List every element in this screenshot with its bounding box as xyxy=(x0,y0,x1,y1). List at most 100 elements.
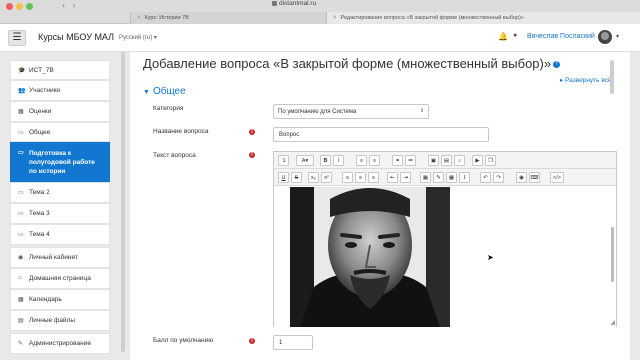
required-icon: ! xyxy=(249,152,255,158)
sidebar-item-administration[interactable]: ✎ Администрирование xyxy=(10,333,110,354)
chevron-down-icon: ▼ xyxy=(143,89,150,96)
editor-toolbar-row-1: ↴ A▾ B I ≡ ≡ ⚭ ⚮ ▣ ▤ ♪ ▶ ❐ xyxy=(274,152,616,169)
audio-button[interactable]: ♪ xyxy=(454,155,465,166)
editor-toolbar-row-2: U S x₂ x² ≡ ≡ ≡ ⇤ ⇥ ▦ ✎ ▦ Ⅰ ↶ ↷ ◉ ⌨ </> xyxy=(274,169,616,186)
question-name-label: Название вопроса xyxy=(153,128,209,135)
user-name[interactable]: Вячеслав Послаский xyxy=(527,33,595,40)
default-mark-label: Балл по умолчанию xyxy=(153,337,214,344)
tab-course[interactable]: × Курс: История 7В xyxy=(130,12,326,24)
italic-button[interactable]: I xyxy=(333,155,344,166)
video-button[interactable]: ▶ xyxy=(472,155,483,166)
media-button[interactable]: ▤ xyxy=(441,155,452,166)
wrench-icon: ✎ xyxy=(18,341,24,347)
close-tab-icon[interactable]: × xyxy=(137,15,141,21)
expand-all-link[interactable]: ▸ Развернуть всё xyxy=(560,76,612,84)
sidebar-item-dashboard[interactable]: ◉ Личный кабинет xyxy=(10,247,110,268)
browser-chrome: ‹ › distantmal.ru × Курс: История 7В × Ред… xyxy=(0,0,640,24)
question-text-editor[interactable]: ↴ A▾ B I ≡ ≡ ⚭ ⚮ ▣ ▤ ♪ ▶ ❐ U S x₂ x² ≡ ≡… xyxy=(273,151,617,327)
sidebar-item-calendar[interactable]: ▦ Календарь xyxy=(10,289,110,310)
page-title: Добавление вопроса «В закрытой форме (мн… xyxy=(143,56,561,71)
redo-button[interactable]: ↷ xyxy=(493,172,504,183)
superscript-button[interactable]: x² xyxy=(321,172,332,183)
editor-content-area[interactable]: ◢ xyxy=(274,187,616,327)
close-window-icon[interactable] xyxy=(6,3,13,10)
equation-button[interactable]: ▦ xyxy=(420,172,431,183)
clear-format-button[interactable]: Ⅰ xyxy=(459,172,470,183)
close-tab-icon[interactable]: × xyxy=(333,15,337,21)
strikethrough-button[interactable]: S xyxy=(291,172,302,183)
folder-icon: ▭ xyxy=(18,232,24,238)
editor-scrollbar[interactable] xyxy=(611,227,614,282)
zoom-window-icon[interactable] xyxy=(26,3,33,10)
align-right-button[interactable]: ≡ xyxy=(368,172,379,183)
resize-handle-icon[interactable]: ◢ xyxy=(610,319,615,326)
help-icon[interactable]: ? xyxy=(553,61,561,69)
browser-nav[interactable]: ‹ › xyxy=(62,0,76,10)
default-mark-input[interactable]: 1 xyxy=(273,335,313,350)
manage-files-button[interactable]: ❐ xyxy=(485,155,496,166)
align-center-button[interactable]: ≡ xyxy=(355,172,366,183)
link-button[interactable]: ⚭ xyxy=(392,155,403,166)
file-icon: ▤ xyxy=(18,318,24,324)
question-name-input[interactable]: Вопрос xyxy=(273,127,489,142)
avatar[interactable] xyxy=(598,30,612,44)
table-button[interactable]: ▦ xyxy=(446,172,457,183)
image-button[interactable]: ▣ xyxy=(428,155,439,166)
sidebar-item-topic-2[interactable]: ▭ Тема 2 xyxy=(10,182,110,203)
question-text-label: Текст вопроса xyxy=(153,152,196,159)
sidebar-item-midterm-prep[interactable]: ▭ Подготовка к полугодовой работе по исто… xyxy=(10,142,110,182)
category-select[interactable]: По умолчанию для Система ⇕ xyxy=(273,104,429,119)
sidebar-item-grades[interactable]: ▦ Оценки xyxy=(10,101,110,122)
menu-toggle-button[interactable]: ☰ xyxy=(8,30,26,46)
sidebar-item-participants[interactable]: 👥 Участники xyxy=(10,80,110,101)
sidebar-item-home[interactable]: ⌂ Домашняя страница xyxy=(10,268,110,289)
top-navbar: ☰ Курсы МБОУ МАЛ Русский (ru) ▾ 🔔 ● Вяче… xyxy=(0,24,640,52)
category-label: Категория xyxy=(153,105,184,112)
bullet-list-button[interactable]: ≡ xyxy=(356,155,367,166)
portrait-photo xyxy=(290,187,450,327)
outdent-button[interactable]: ⇤ xyxy=(387,172,398,183)
sidebar: 🎓 ИСТ_7В 👥 Участники ▦ Оценки ▭ Общее ▭ Подго… xyxy=(10,60,110,360)
sidebar-item-private-files[interactable]: ▤ Личные файлы xyxy=(10,310,110,331)
font-style-button[interactable]: A▾ xyxy=(296,155,314,166)
sidebar-item-general[interactable]: ▭ Общее xyxy=(10,122,110,142)
special-char-button[interactable]: ✎ xyxy=(433,172,444,183)
minimize-window-icon[interactable] xyxy=(16,3,23,10)
sidebar-scrollbar[interactable] xyxy=(121,52,125,352)
indent-button[interactable]: ⇥ xyxy=(400,172,411,183)
chat-icon[interactable]: ● xyxy=(513,32,517,39)
mouse-cursor-icon: ➤ xyxy=(487,253,494,262)
accessibility-button[interactable]: ◉ xyxy=(516,172,527,183)
language-menu[interactable]: Русский (ru) ▾ xyxy=(119,34,157,41)
folder-icon: ▭ xyxy=(18,130,24,136)
sidebar-item-topic-3[interactable]: ▭ Тема 3 xyxy=(10,203,110,224)
page-scrollbar[interactable] xyxy=(610,60,614,94)
sidebar-item-course[interactable]: 🎓 ИСТ_7В xyxy=(10,60,110,80)
folder-icon: ▭ xyxy=(18,190,24,196)
lock-icon xyxy=(272,0,277,6)
select-arrows-icon: ⇕ xyxy=(419,108,424,114)
unlink-button[interactable]: ⚮ xyxy=(405,155,416,166)
numbered-list-button[interactable]: ≡ xyxy=(369,155,380,166)
html-button[interactable]: </> xyxy=(550,172,564,183)
tab-edit-question[interactable]: × Редактирование вопроса «В закрытой форм… xyxy=(326,12,640,24)
chevron-down-icon[interactable]: ▾ xyxy=(616,33,619,40)
portrait-image[interactable] xyxy=(290,187,450,327)
calendar-icon: ▦ xyxy=(18,297,24,303)
undo-button[interactable]: ↶ xyxy=(480,172,491,183)
subscript-button[interactable]: x₂ xyxy=(308,172,319,183)
grades-icon: ▦ xyxy=(18,109,24,115)
bold-button[interactable]: B xyxy=(320,155,331,166)
bell-icon[interactable]: 🔔 xyxy=(498,32,508,41)
toolbar-toggle-button[interactable]: ↴ xyxy=(278,155,289,166)
underline-button[interactable]: U xyxy=(278,172,289,183)
sidebar-item-topic-4[interactable]: ▭ Тема 4 xyxy=(10,224,110,245)
users-icon: 👥 xyxy=(18,88,26,94)
section-general-header[interactable]: ▼ Общее xyxy=(143,86,186,97)
screenreader-button[interactable]: ⌨ xyxy=(529,172,540,183)
address-bar[interactable]: distantmal.ru xyxy=(272,0,316,7)
site-name[interactable]: Курсы МБОУ МАЛ xyxy=(38,32,114,42)
align-left-button[interactable]: ≡ xyxy=(342,172,353,183)
main-content: Добавление вопроса «В закрытой форме (мн… xyxy=(130,52,630,360)
dashboard-icon: ◉ xyxy=(18,255,24,261)
